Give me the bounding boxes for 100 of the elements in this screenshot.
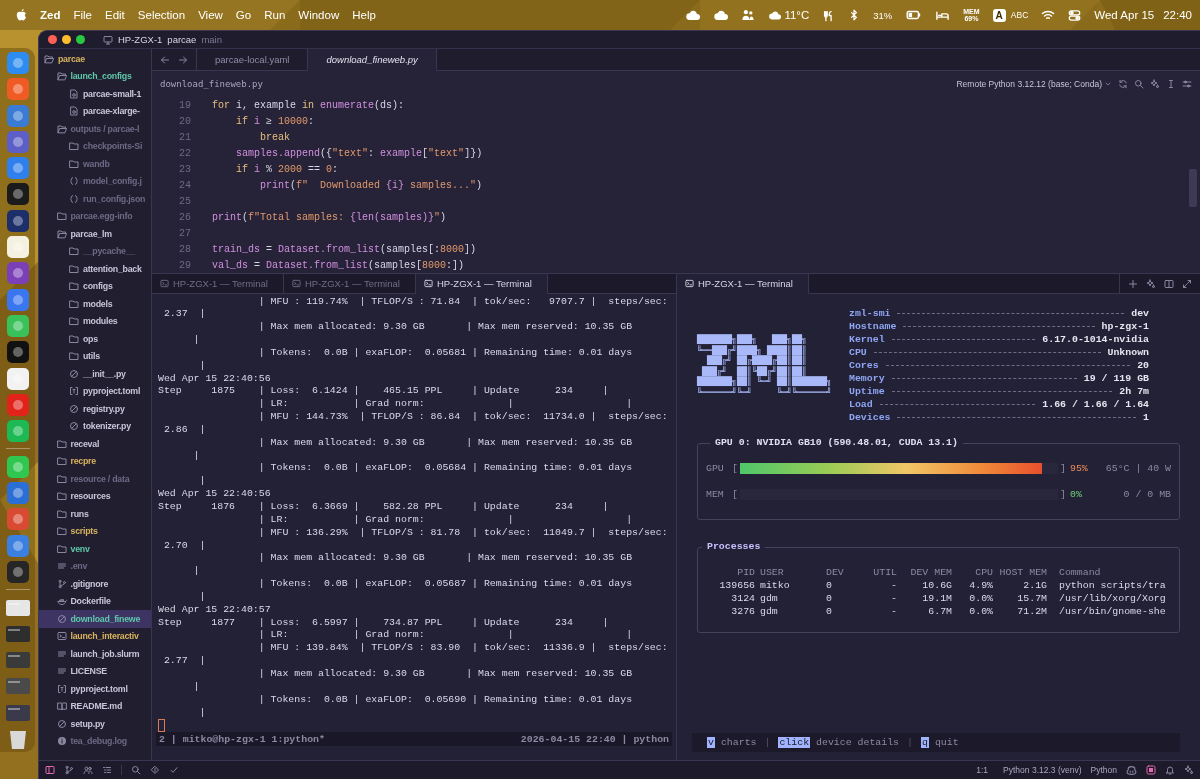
check-icon[interactable] xyxy=(169,765,179,775)
plus-icon[interactable] xyxy=(1128,278,1138,289)
tree-item[interactable]: __init__.py xyxy=(39,365,151,383)
terminal-tab[interactable]: HP-ZGX-1 — Terminal xyxy=(416,274,548,294)
search-icon[interactable] xyxy=(1134,79,1144,89)
scrollbar-thumb[interactable] xyxy=(1189,169,1197,207)
expand-icon[interactable] xyxy=(1182,278,1192,289)
menu-item[interactable]: Go xyxy=(235,9,252,21)
editor-tab[interactable]: parcae-local.yaml xyxy=(196,49,308,71)
forward-arrow-icon[interactable] xyxy=(178,54,188,65)
table-cell-text: 6.7M xyxy=(927,606,952,617)
file-breadcrumb[interactable]: download_fineweb.py xyxy=(160,79,263,89)
tree-item[interactable]: parcae xyxy=(39,50,151,68)
tree-item[interactable]: models xyxy=(39,295,151,313)
line-number: 20 xyxy=(178,115,191,127)
tree-item[interactable]: configs xyxy=(39,277,151,295)
control-center-icon[interactable] xyxy=(1068,8,1082,22)
menu-item[interactable]: Selection xyxy=(137,9,186,21)
sliders-icon[interactable] xyxy=(1182,79,1192,89)
people-icon[interactable] xyxy=(83,765,93,775)
zoom-button[interactable] xyxy=(76,35,85,44)
tree-item[interactable]: utils xyxy=(39,347,151,365)
tree-item[interactable]: venv xyxy=(39,540,151,558)
panel-icon[interactable] xyxy=(45,765,55,775)
tree-item[interactable]: setup.py xyxy=(39,715,151,733)
remote-host[interactable]: HP-ZGX-1 xyxy=(118,34,163,45)
tree-item[interactable]: parcae_lm xyxy=(39,225,151,243)
clock-date[interactable]: Wed Apr 15 xyxy=(1094,9,1155,21)
interpreter-selector[interactable]: Remote Python 3.12.12 (base; Conda) xyxy=(956,79,1112,89)
tree-item[interactable]: pyproject.toml xyxy=(39,680,151,698)
bracket: ] xyxy=(1060,462,1066,474)
branch-name[interactable]: main xyxy=(201,34,222,45)
list-icon[interactable] xyxy=(102,765,112,775)
sparkle-icon[interactable] xyxy=(1146,278,1156,289)
tree-item[interactable]: README.md xyxy=(39,697,151,715)
wifi-icon[interactable] xyxy=(1041,8,1056,22)
key-hint: v xyxy=(707,737,715,748)
sparkle-icon[interactable] xyxy=(1150,79,1160,89)
menu-item[interactable]: View xyxy=(198,9,223,21)
tree-item[interactable]: recpre xyxy=(39,452,151,470)
project-name[interactable]: parcae xyxy=(167,34,197,45)
robot-icon[interactable] xyxy=(1126,764,1137,776)
menu-item[interactable]: File xyxy=(73,9,92,21)
tree-item[interactable]: attention_back xyxy=(39,260,151,278)
branch-icon xyxy=(56,578,67,589)
search-icon[interactable] xyxy=(131,765,141,775)
tree-item[interactable]: Dockerfile xyxy=(39,592,151,610)
menu-item[interactable]: Run xyxy=(264,9,286,21)
branch-icon[interactable] xyxy=(64,765,74,775)
tree-item[interactable]: launch_interactiv xyxy=(39,627,151,645)
terminal-line: | LR: | Grad norm: | | xyxy=(257,513,634,527)
weather-reading[interactable]: 11°C xyxy=(784,9,810,21)
tree-item[interactable]: parcae-xlarge- xyxy=(39,102,151,120)
tree-item[interactable]: pyproject.toml xyxy=(39,382,151,400)
terminal-cursor xyxy=(158,719,165,733)
square-icon[interactable] xyxy=(1146,765,1156,775)
people-icon[interactable] xyxy=(741,8,756,22)
clock-time[interactable]: 22:40 xyxy=(1163,9,1192,21)
apple-icon[interactable] xyxy=(15,8,27,22)
info-value: Unknown xyxy=(1107,347,1149,358)
cloud-icon[interactable] xyxy=(768,8,782,22)
editor-tab[interactable]: download_fineweb.py xyxy=(307,49,437,71)
bell-icon[interactable] xyxy=(1165,765,1175,775)
app-menu[interactable]: Zed xyxy=(40,9,61,21)
tree-item[interactable]: download_finewe xyxy=(39,610,151,628)
close-button[interactable] xyxy=(48,35,57,44)
language-selector[interactable]: Python xyxy=(1090,765,1117,775)
tree-item[interactable]: LICENSE xyxy=(39,662,151,680)
tree-item[interactable]: resources xyxy=(39,487,151,505)
line-number: 19 xyxy=(178,99,191,111)
menu-item[interactable]: Window xyxy=(298,9,340,21)
tree-item[interactable]: launch_configs xyxy=(39,67,151,85)
tree-item[interactable]: launch_job.slurm xyxy=(39,645,151,663)
table-cell-text: - xyxy=(890,606,897,617)
sparkle-icon[interactable] xyxy=(1184,765,1194,775)
input-source-label[interactable]: ABC xyxy=(1010,10,1029,20)
split-icon[interactable] xyxy=(1164,278,1174,289)
tree-item[interactable]: runs xyxy=(39,505,151,523)
menu-item[interactable]: Edit xyxy=(105,9,125,21)
terminal-line: | Tokens: 0.0B | exaFLOP: 0.05690 | Remaining time: 0.01 days xyxy=(257,693,634,707)
tree-item[interactable]: receval xyxy=(39,435,151,453)
battery-icon[interactable] xyxy=(905,8,923,22)
menu-item[interactable]: Help xyxy=(352,9,376,21)
tree-item[interactable]: registry.py xyxy=(39,400,151,418)
battery-percent[interactable]: 31% xyxy=(873,9,893,21)
tree-item[interactable]: scripts xyxy=(39,522,151,540)
tree-item[interactable]: tokenizer.py xyxy=(39,417,151,435)
refresh-icon[interactable] xyxy=(1118,79,1128,89)
tree-item[interactable]: ops xyxy=(39,330,151,348)
minimize-button[interactable] xyxy=(62,35,71,44)
tree-item[interactable]: parcae-small-1 xyxy=(39,85,151,103)
diamond-icon[interactable] xyxy=(150,765,160,775)
environment-selector[interactable]: Python 3.12.3 (venv) xyxy=(1003,765,1082,775)
trash-icon[interactable] xyxy=(8,728,27,750)
terminal-tab[interactable]: HP-ZGX-1 — Terminal xyxy=(677,274,809,294)
back-arrow-icon[interactable] xyxy=(160,54,170,65)
cursor-position[interactable]: 1:1 xyxy=(976,765,989,775)
tree-item[interactable]: modules xyxy=(39,312,151,330)
text-cursor-icon[interactable] xyxy=(1166,79,1176,89)
tree-item[interactable]: .gitignore xyxy=(39,575,151,593)
